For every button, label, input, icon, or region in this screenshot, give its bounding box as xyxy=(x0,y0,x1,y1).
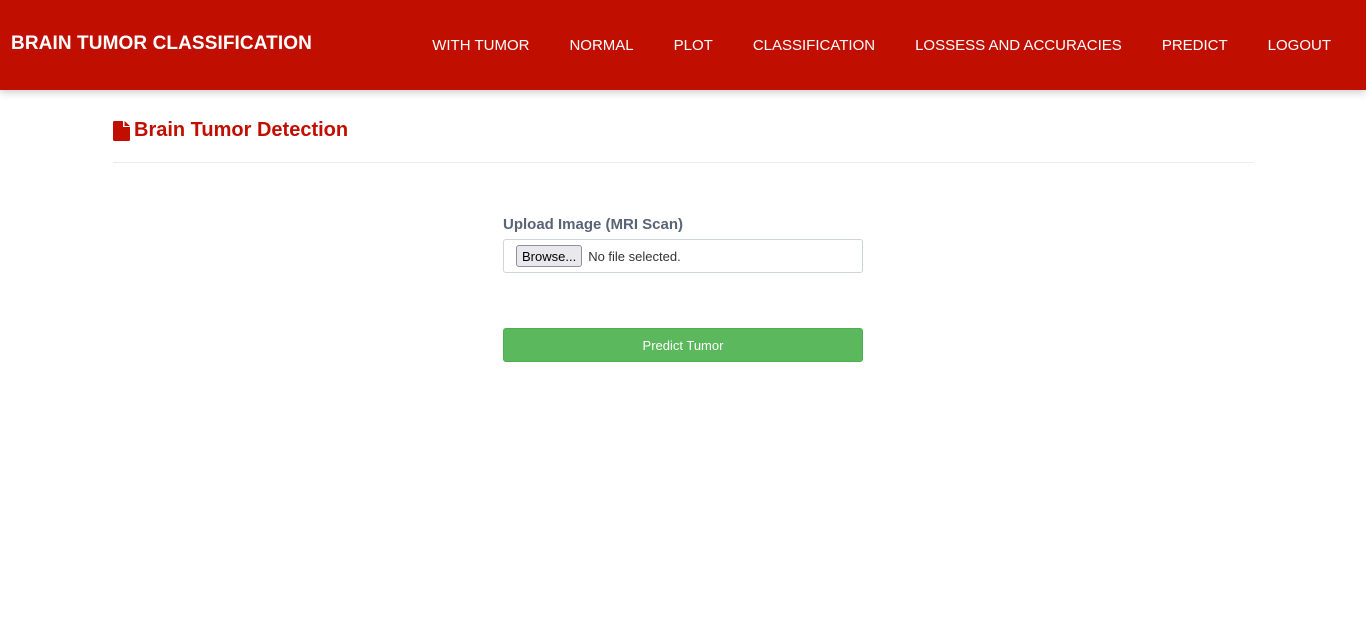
nav-item: LOSSESS AND ACCURACIES xyxy=(915,37,1122,55)
brand-title[interactable]: BRAIN TUMOR CLASSIFICATION xyxy=(11,33,312,55)
nav-item: LOGOUT xyxy=(1268,37,1331,55)
nav-item: CLASSIFICATION xyxy=(753,37,875,55)
nav-link-with-tumor[interactable]: WITH TUMOR xyxy=(432,37,529,55)
nav-item: PLOT xyxy=(674,37,713,55)
nav-link-classification[interactable]: CLASSIFICATION xyxy=(753,37,875,55)
page-header: Brain Tumor Detection xyxy=(113,119,1253,163)
page-title: Brain Tumor Detection xyxy=(134,119,349,141)
file-status: No file selected. xyxy=(588,248,681,264)
nav-item: PREDICT xyxy=(1162,37,1228,55)
nav-item: NORMAL xyxy=(569,37,633,55)
nav-links: WITH TUMOR NORMAL PLOT CLASSIFICATION LO… xyxy=(432,37,1331,55)
upload-form: Upload Image (MRI Scan) Browse... No fil… xyxy=(503,216,863,273)
nav-link-plot[interactable]: PLOT xyxy=(674,37,713,55)
nav-item: WITH TUMOR xyxy=(432,37,529,55)
navbar: BRAIN TUMOR CLASSIFICATION WITH TUMOR NO… xyxy=(0,0,1366,90)
nav-link-normal[interactable]: NORMAL xyxy=(569,37,633,55)
browse-button[interactable]: Browse... xyxy=(516,245,583,267)
nav-link-logout[interactable]: LOGOUT xyxy=(1268,37,1331,55)
upload-label: Upload Image (MRI Scan) xyxy=(503,216,684,233)
file-icon xyxy=(113,120,130,141)
nav-link-lossess-and-accuracies[interactable]: LOSSESS AND ACCURACIES xyxy=(915,37,1122,55)
nav-link-predict[interactable]: PREDICT xyxy=(1162,37,1228,55)
page-title-row: Brain Tumor Detection xyxy=(113,119,1253,142)
predict-tumor-button[interactable]: Predict Tumor xyxy=(503,328,863,362)
file-input[interactable]: Browse... No file selected. xyxy=(503,239,863,273)
